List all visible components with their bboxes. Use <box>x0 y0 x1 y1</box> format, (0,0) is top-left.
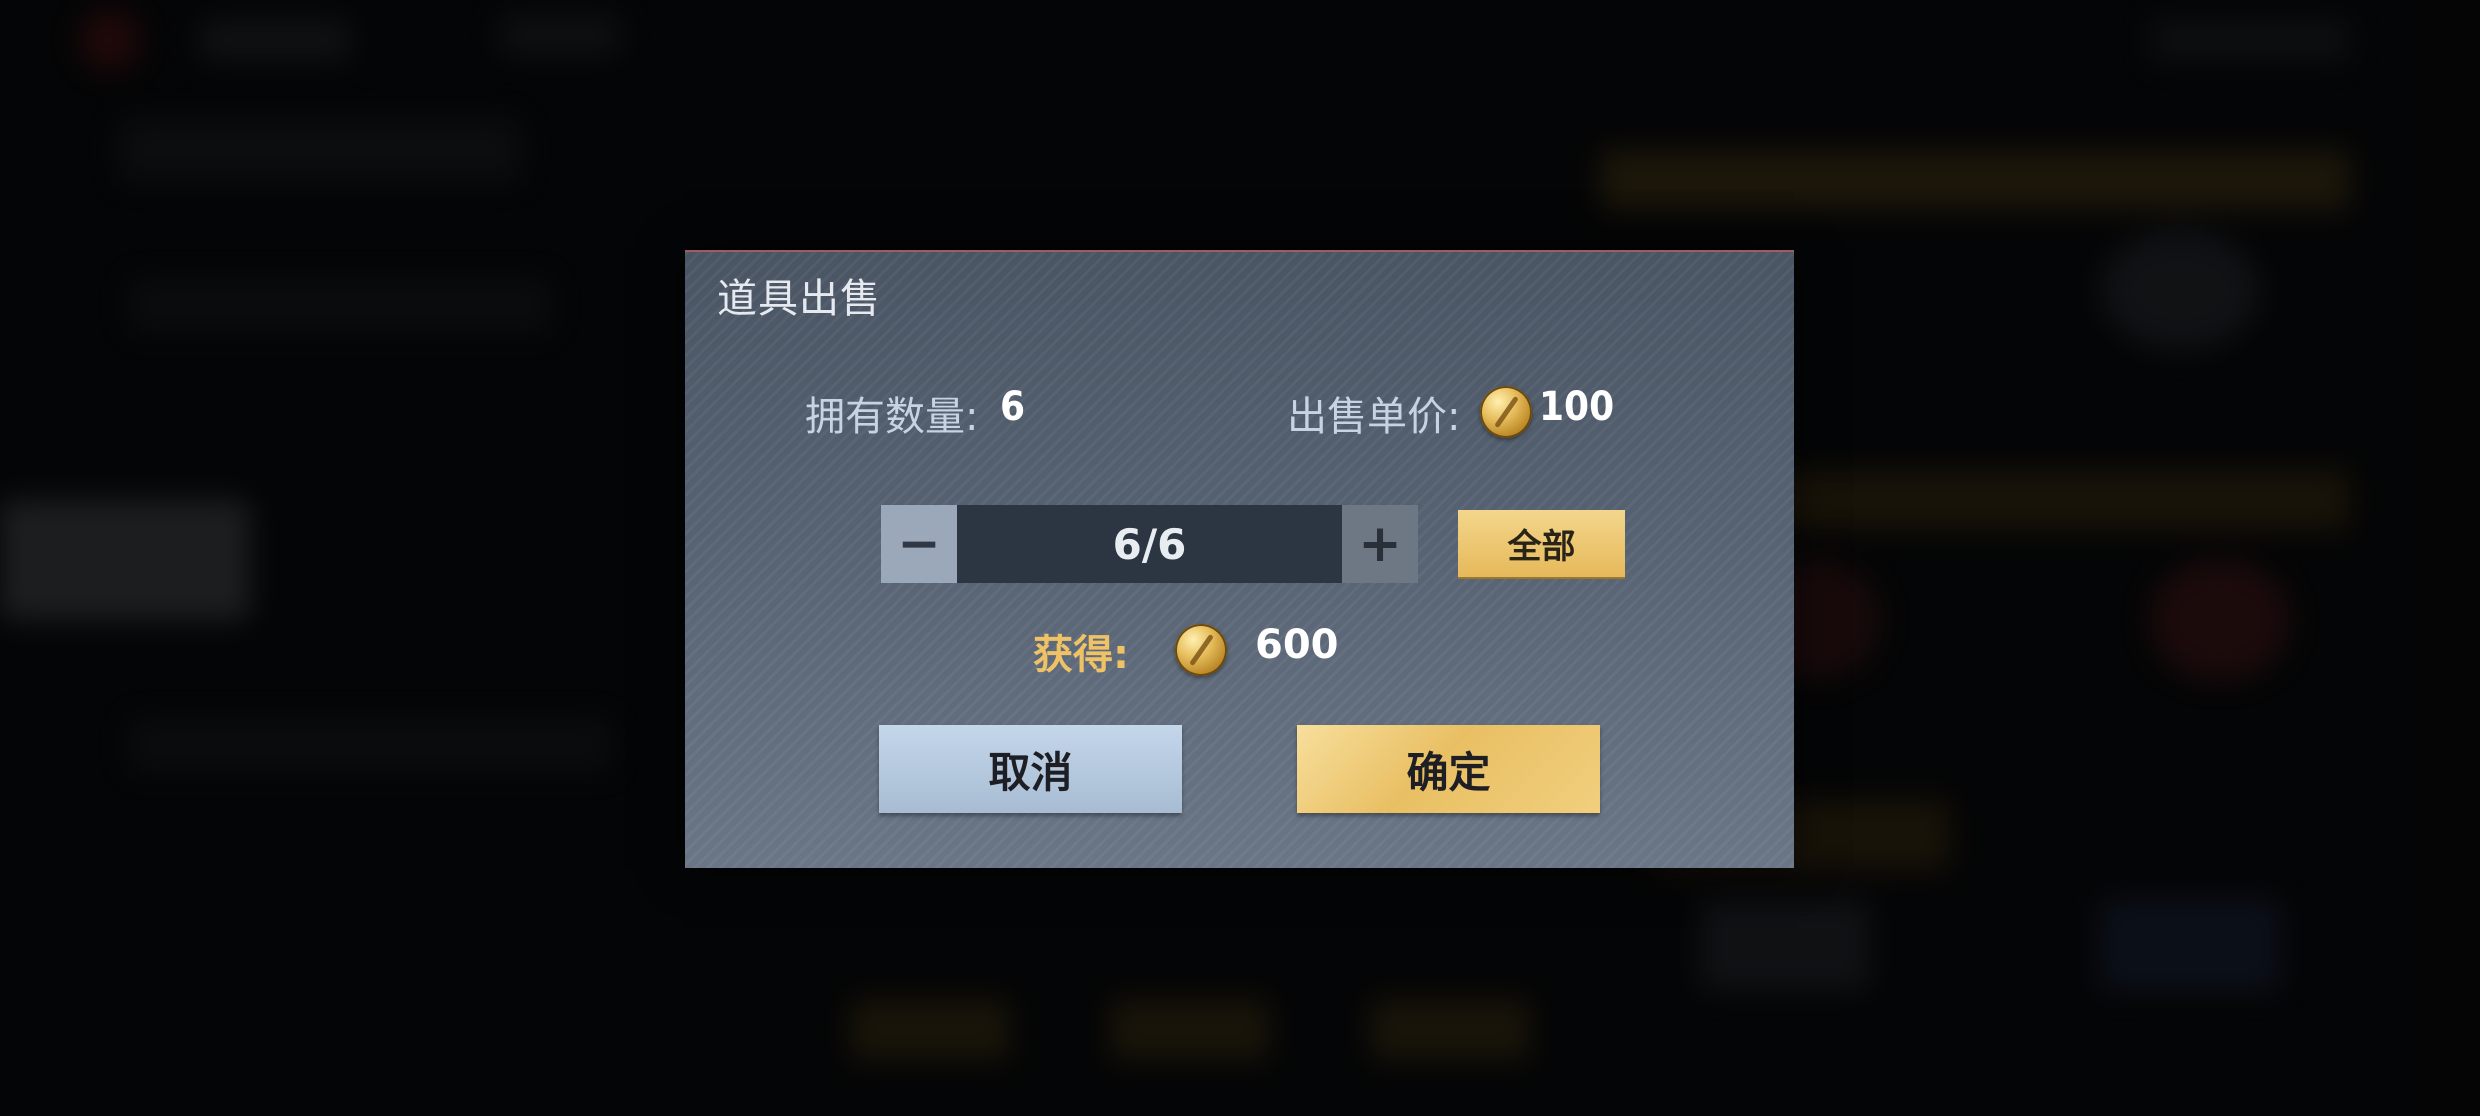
item-sell-dialog: 道具出售 拥有数量: 6 出售单价: 100 − 6/6 + 全部 获得: 60… <box>685 250 1794 868</box>
owned-quantity-value: 6 <box>1000 384 1026 430</box>
gold-coin-icon <box>1175 624 1227 676</box>
quantity-stepper: − 6/6 + <box>881 505 1418 583</box>
game-screen: 道具出售 拥有数量: 6 出售单价: 100 − 6/6 + 全部 获得: 60… <box>0 0 2480 1116</box>
owned-quantity-label: 拥有数量: <box>805 394 979 440</box>
confirm-button[interactable]: 确定 <box>1297 725 1600 813</box>
gain-value: 600 <box>1255 622 1339 668</box>
unit-price-value: 100 <box>1539 384 1615 430</box>
gain-label: 获得: <box>1033 632 1129 678</box>
dialog-title: 道具出售 <box>717 276 881 322</box>
unit-price-label: 出售单价: <box>1287 394 1461 440</box>
minus-icon: − <box>897 514 941 574</box>
gold-coin-icon <box>1480 386 1532 438</box>
quantity-display[interactable]: 6/6 <box>957 505 1342 583</box>
select-all-button[interactable]: 全部 <box>1458 510 1625 577</box>
plus-icon: + <box>1358 514 1402 574</box>
cancel-button[interactable]: 取消 <box>879 725 1182 813</box>
decrease-quantity-button[interactable]: − <box>881 505 957 583</box>
increase-quantity-button[interactable]: + <box>1342 505 1418 583</box>
